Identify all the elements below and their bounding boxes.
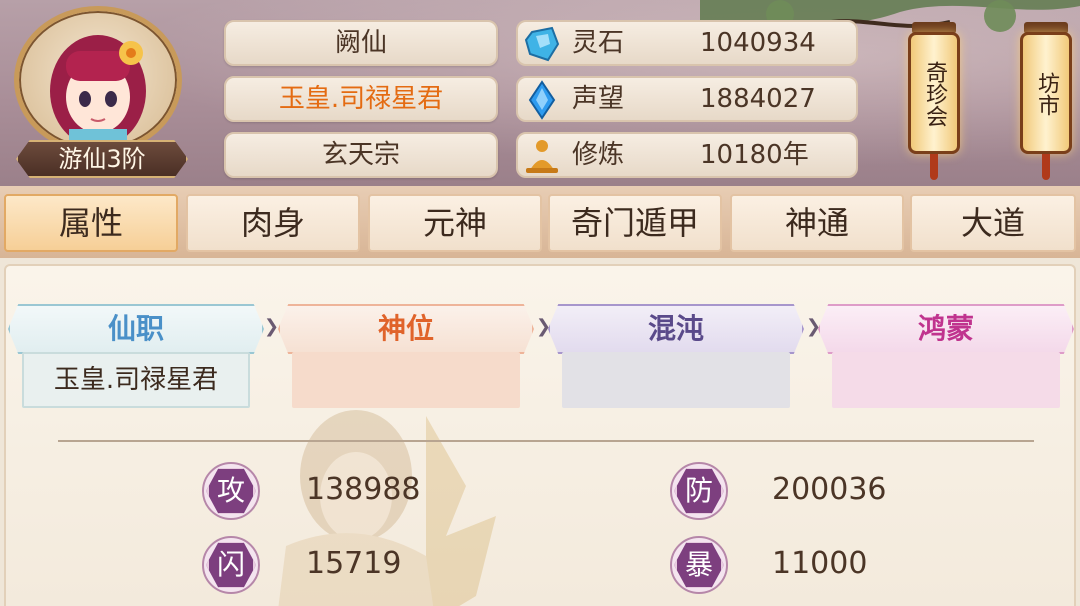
rank-card-chaos[interactable]: 混沌 (548, 304, 804, 414)
rank-card-immortal-post[interactable]: 仙职 玉皇.司禄星君 (8, 304, 264, 414)
lantern-tassel (930, 154, 938, 180)
stat-value: 1884027 (700, 84, 816, 114)
rank-header: 神位 (278, 304, 534, 354)
rank-card-primordial[interactable]: 鸿蒙 (818, 304, 1074, 414)
rank-header: 鸿蒙 (818, 304, 1074, 354)
tab-bar: 属性 肉身 元神 奇门遁甲 神通 大道 (0, 186, 1080, 258)
lantern-market[interactable]: 坊市 (1020, 14, 1072, 182)
stat-label: 修炼 (572, 140, 625, 170)
stat-cultivation: 修炼 10180年 (516, 132, 858, 178)
player-header: 游仙3阶 阙仙 玉皇.司禄星君 玄天宗 灵石 1040934 声望 188402… (0, 0, 1080, 186)
avatar-character-image (50, 35, 146, 149)
stat-spirit-stone: 灵石 1040934 (516, 20, 858, 66)
rank-value: 玉皇.司禄星君 (22, 352, 250, 408)
player-avatar[interactable]: 游仙3阶 (8, 2, 188, 182)
rank-value (562, 352, 790, 408)
tab-qimen-dunjia[interactable]: 奇门遁甲 (548, 194, 722, 252)
player-title-plate: 玉皇.司禄星君 (224, 76, 498, 122)
player-name-plate: 阙仙 (224, 20, 498, 66)
rank-header: 混沌 (548, 304, 804, 354)
rank-separator-icon: ❯ (264, 316, 280, 337)
stat-value: 1040934 (700, 28, 816, 58)
rank-value (832, 352, 1060, 408)
stat-label: 声望 (572, 84, 625, 114)
attributes-panel: 仙职 玉皇.司禄星君 ❯ 神位 ❯ 混沌 ❯ 鸿蒙 攻 138988 防 200… (4, 264, 1076, 606)
player-sect-plate: 玄天宗 (224, 132, 498, 178)
critical-value: 11000 (772, 546, 868, 581)
defense-value: 200036 (772, 472, 887, 507)
tab-spirit[interactable]: 元神 (368, 194, 542, 252)
avatar-rank-badge: 游仙3阶 (16, 140, 188, 178)
stat-label: 灵石 (572, 28, 625, 58)
reputation-crystal-icon (528, 80, 556, 120)
section-divider (58, 440, 1034, 442)
lantern-tassel (1042, 154, 1050, 180)
spirit-stone-icon (524, 26, 560, 62)
lantern-label: 坊市 (1034, 72, 1059, 116)
lantern-label: 奇珍会 (922, 61, 947, 127)
avatar-portrait (14, 6, 182, 154)
stat-value: 10180年 (700, 140, 809, 170)
rank-header: 仙职 (8, 304, 264, 354)
tab-attributes[interactable]: 属性 (4, 194, 178, 252)
tab-divine-powers[interactable]: 神通 (730, 194, 904, 252)
rank-card-divine-seat[interactable]: 神位 (278, 304, 534, 414)
tab-great-dao[interactable]: 大道 (910, 194, 1076, 252)
meditation-icon (526, 140, 558, 173)
dodge-value: 15719 (306, 546, 402, 581)
tab-body[interactable]: 肉身 (186, 194, 360, 252)
stat-reputation: 声望 1884027 (516, 76, 858, 122)
lantern-treasure-auction[interactable]: 奇珍会 (908, 14, 960, 182)
attack-value: 138988 (306, 472, 421, 507)
rank-value (292, 352, 520, 408)
